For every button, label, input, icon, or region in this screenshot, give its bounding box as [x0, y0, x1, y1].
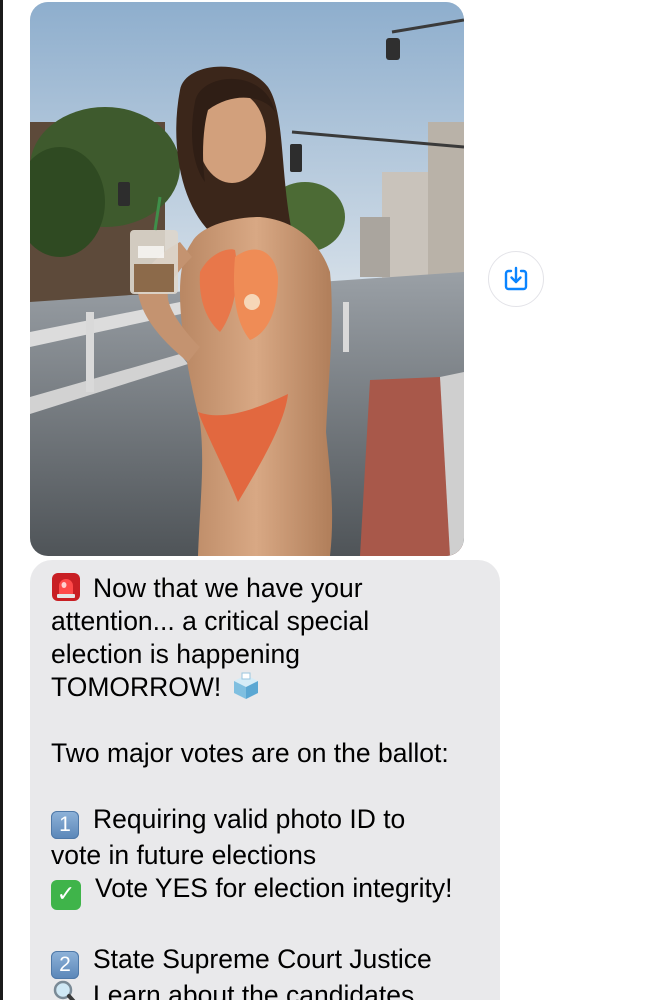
message-line: Two major votes are on the ballot: — [51, 738, 449, 768]
photo-image — [30, 2, 464, 556]
message-line: ✓ Vote YES for election integrity! — [51, 872, 480, 910]
ballot-box-icon — [234, 672, 259, 699]
message-line: 2 State Supreme Court Justice — [51, 943, 480, 979]
message-line: vote in future elections — [51, 840, 317, 870]
save-photo-button[interactable] — [488, 251, 544, 307]
message-thread: Now that we have your attention... a cri… — [0, 0, 651, 1000]
keycap-two-icon: 2 — [51, 951, 79, 979]
magnifying-glass-icon — [53, 980, 76, 1000]
photo-message[interactable] — [30, 2, 464, 556]
message-line: 1 Requiring valid photo ID to — [51, 803, 480, 839]
keycap-one-icon: 1 — [51, 811, 79, 839]
save-download-icon — [504, 266, 528, 291]
message-line: Now that we have your — [51, 572, 480, 605]
message-line: election is happening — [51, 639, 300, 669]
message-line: Learn about the candidates — [51, 979, 480, 1000]
rotating-light-icon — [52, 573, 80, 601]
message-line: TOMORROW! — [51, 671, 480, 704]
check-mark-icon: ✓ — [51, 880, 81, 910]
message-line: attention... a critical special — [51, 606, 370, 636]
text-message-bubble[interactable]: Now that we have your attention... a cri… — [30, 560, 500, 1000]
screen-edge — [0, 0, 3, 1000]
